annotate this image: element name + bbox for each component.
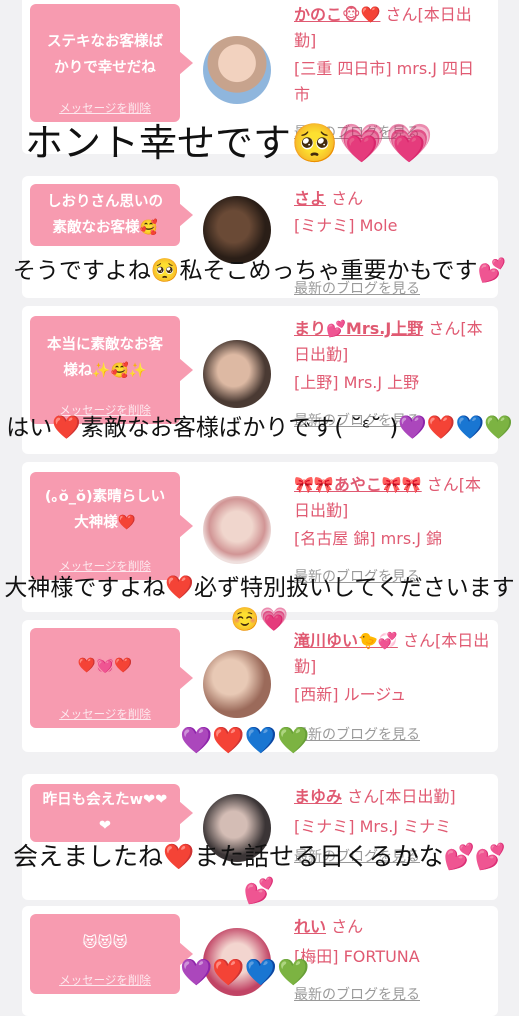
avatar[interactable] [203, 36, 271, 104]
reply-caption-3: はい❤️素敵なお客様ばかりです( ˘ᵋ˘ )💜❤️💙💚 [6, 415, 513, 441]
avatar[interactable] [203, 340, 271, 408]
avatar[interactable] [203, 496, 271, 564]
hearts-row: 💜❤️💙💚 [180, 726, 310, 756]
message-bubble: 昨日も会えたw❤❤❤ [30, 784, 193, 842]
cast-name-link[interactable]: 🎀🎀あやこ🎀🎀 [294, 475, 422, 494]
reply-caption-1: ホント幸せです🥺💗💗 [25, 121, 433, 165]
message-text: 本当に素敵なお客様ね✨🥰✨ [47, 337, 163, 379]
latest-blog-link[interactable]: 最新のブログを見る [294, 724, 420, 744]
message-text: しおりさん思いの素敵なお客様🥰 [47, 194, 163, 236]
cast-name-link[interactable]: まり💕Mrs.J上野 [294, 319, 423, 338]
message-bubble: 本当に素敵なお客様ね✨🥰✨ メッセージを削除 [30, 316, 193, 424]
delete-message-link[interactable]: メッセージを削除 [30, 100, 180, 116]
message-bubble: ❤️💓❤️ メッセージを削除 [30, 628, 193, 728]
cast-name-line: まり💕Mrs.J上野 さん[本日出勤] [294, 316, 494, 368]
cast-name-link[interactable]: まゆみ [294, 787, 342, 806]
cast-name-line: かのこ🐵❤️ さん[本日出勤] [294, 2, 494, 54]
cast-name-link[interactable]: かのこ🐵❤️ [294, 5, 380, 24]
shop-info: [名古屋 錦] mrs.J 錦 [294, 529, 443, 548]
cast-status: さん[本日出勤] [347, 787, 456, 806]
message-bubble: (｡ŏ_ŏ)素晴らしい大神様❤️ メッセージを削除 [30, 472, 193, 580]
message-bubble: 😻😻😻 メッセージを削除 [30, 914, 193, 994]
reply-caption-5: 会えましたね❤️また話せる日くるかな💕💕💕 [13, 842, 506, 905]
message-bubble: しおりさん思いの素敵なお客様🥰 [30, 184, 193, 246]
shop-info: [三重 四日市] mrs.J 四日市 [294, 59, 475, 104]
delete-message-link[interactable]: メッセージを削除 [30, 706, 180, 722]
message-text: 😻😻😻 [82, 935, 128, 951]
avatar[interactable] [203, 650, 271, 718]
cast-name-link[interactable]: さよ [294, 189, 326, 208]
shop-info: [上野] Mrs.J 上野 [294, 373, 420, 392]
message-text: (｡ŏ_ŏ)素晴らしい大神様❤️ [44, 489, 166, 531]
shop-info: [ミナミ] Mole [294, 216, 398, 235]
shop-info: [梅田] FORTUNA [294, 947, 420, 966]
delete-message-link[interactable]: メッセージを削除 [30, 972, 180, 988]
cast-name-line: まゆみ さん[本日出勤] [294, 784, 494, 810]
reply-caption-4: 大神様ですよね❤️必ず特別扱いしてくださいます☺️💗 [4, 575, 515, 633]
cast-status: さん [331, 189, 364, 208]
cast-name-link[interactable]: れい [294, 917, 326, 936]
latest-blog-link[interactable]: 最新のブログを見る [294, 984, 420, 1004]
message-bubble: ステキなお客様ばかりで幸せだね メッセージを削除 [30, 4, 193, 122]
cast-name-line: さよ さん [294, 186, 494, 212]
avatar[interactable] [203, 196, 271, 264]
message-text: ステキなお客様ばかりで幸せだね [47, 34, 163, 76]
reply-caption-2: そうですよね🥺私そこめっちゃ重要かもです💕 [12, 258, 507, 284]
shop-info: [ミナミ] Mrs.J ミナミ [294, 817, 452, 836]
cast-name-line: れい さん [294, 914, 494, 940]
shop-info: [西新] ルージュ [294, 685, 407, 704]
cast-name-line: 🎀🎀あやこ🎀🎀 さん[本日出勤] [294, 472, 494, 524]
cast-status: さん [331, 917, 364, 936]
message-text: 昨日も会えたw❤❤❤ [42, 792, 168, 834]
hearts-row: 💜❤️💙💚 [180, 958, 310, 988]
